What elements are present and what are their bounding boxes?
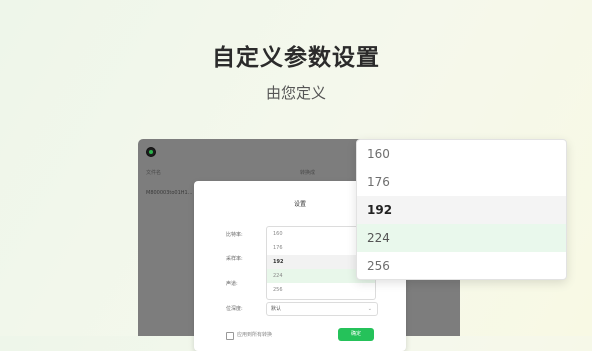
- dropdown-option[interactable]: 176: [357, 168, 566, 196]
- bitrate-label: 比特率:: [226, 232, 243, 238]
- bitrate-dropdown-zoom: 160 176 192 224 256: [356, 139, 567, 280]
- apply-all-label: 应用到所有转换: [237, 332, 273, 338]
- samplerate-label: 采样率:: [226, 256, 243, 262]
- column-header-filename[interactable]: 文件名: [146, 169, 161, 176]
- apply-all-checkbox[interactable]: [226, 332, 234, 340]
- app-logo-icon: [146, 147, 156, 157]
- column-header-convert-to[interactable]: 转换成: [300, 169, 315, 176]
- dropdown-option[interactable]: 160: [357, 140, 566, 168]
- dropdown-option-hovered[interactable]: 224: [357, 224, 566, 252]
- file-list-item[interactable]: M800003to01H1...: [146, 190, 193, 196]
- channels-label: 声道:: [226, 281, 238, 287]
- bitdepth-label: 位深度:: [226, 306, 243, 312]
- ok-button[interactable]: 确定: [338, 328, 374, 341]
- bitdepth-select[interactable]: 默认 ⌄: [266, 302, 378, 316]
- page-headline: 自定义参数设置: [212, 45, 380, 71]
- bitrate-option[interactable]: 256: [267, 283, 375, 297]
- page-subheadline: 由您定义: [265, 84, 326, 102]
- dropdown-option[interactable]: 256: [357, 252, 566, 279]
- bitdepth-value: 默认: [271, 306, 282, 312]
- dropdown-option-selected[interactable]: 192: [357, 196, 566, 224]
- chevron-down-icon: ⌄: [367, 306, 372, 312]
